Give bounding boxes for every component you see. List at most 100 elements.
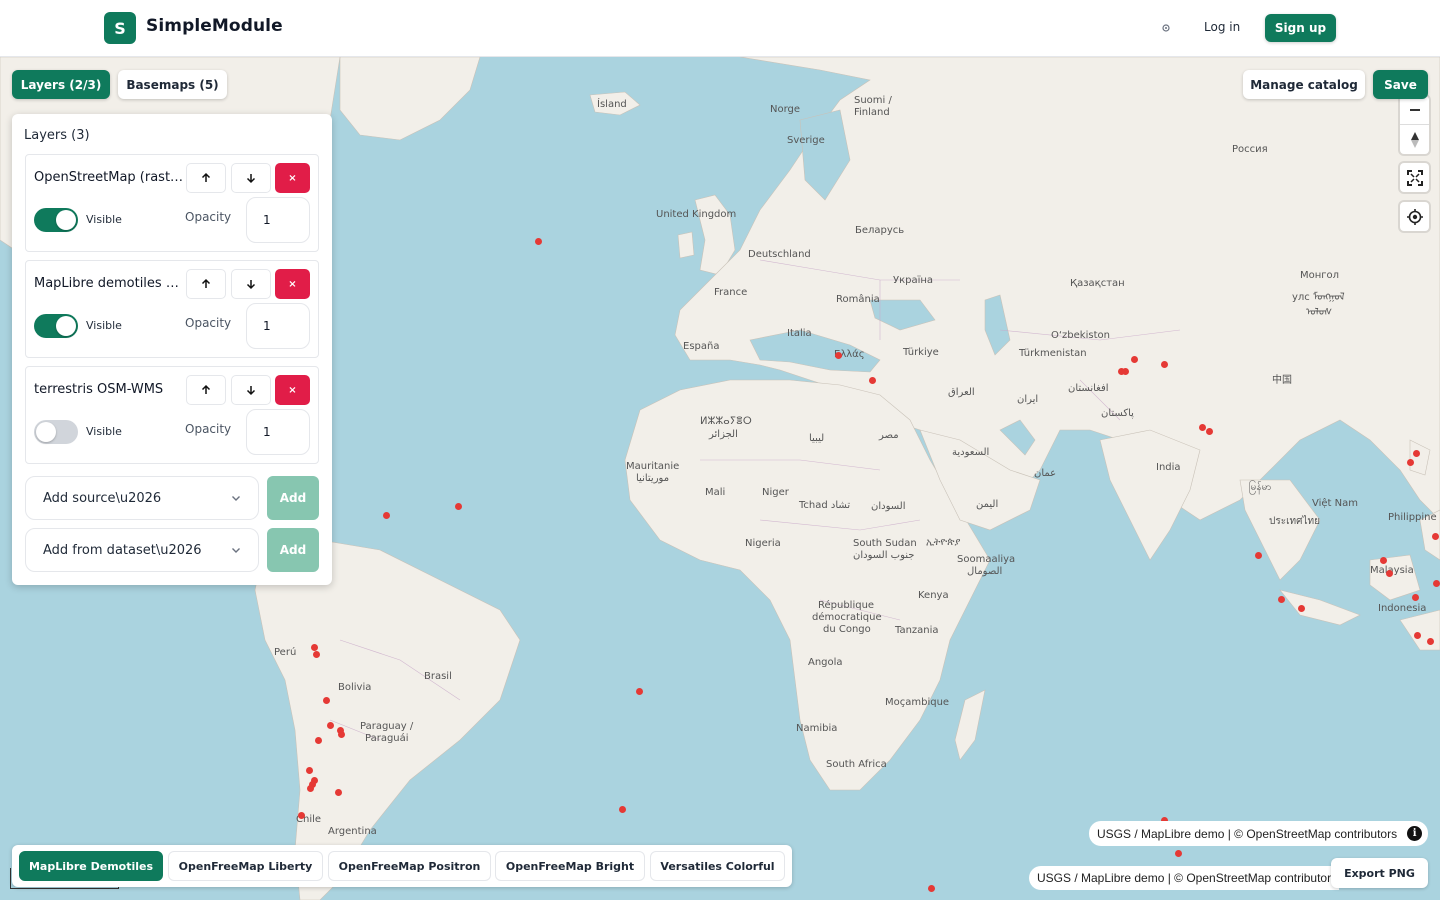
info-icon[interactable]: i [1407,826,1423,841]
map-marker[interactable] [1432,533,1439,540]
map-marker[interactable] [1380,557,1387,564]
map-marker[interactable] [1161,361,1168,368]
tab-basemaps[interactable]: Basemaps (5) [118,70,227,99]
zoom-out-button[interactable] [1400,96,1429,125]
tab-layers[interactable]: Layers (2/3) [12,70,110,99]
save-button[interactable]: Save [1373,70,1428,99]
visibility-toggle[interactable] [34,420,78,444]
opacity-input[interactable]: 1 [246,303,310,349]
map-label: Kenya [918,590,949,601]
map-marker[interactable] [619,806,626,813]
visibility-toggle[interactable] [34,208,78,232]
map-marker[interactable] [1122,368,1129,375]
map-marker[interactable] [313,651,320,658]
map-label: Brasil [424,671,452,682]
map-marker[interactable] [1412,594,1419,601]
visibility-toggle[interactable] [34,314,78,338]
map-marker[interactable] [455,503,462,510]
map-marker[interactable] [306,767,313,774]
map-marker[interactable] [298,812,305,819]
geolocate-button[interactable] [1400,202,1429,231]
attribution: USGS / MapLibre demo | © OpenStreetMap c… [1089,821,1429,846]
map-marker[interactable] [1298,605,1305,612]
add-dataset-select[interactable]: Add from dataset\u2026 [25,528,259,572]
map-marker[interactable] [1255,552,1262,559]
map-marker[interactable] [323,697,330,704]
remove-layer-button[interactable]: × [275,163,310,193]
map-marker[interactable] [1407,459,1414,466]
map-marker[interactable] [327,722,334,729]
map-label: Україна [893,275,934,286]
map-label: Mauritanie [626,461,680,472]
map-marker[interactable] [307,785,314,792]
move-up-button[interactable] [186,269,226,299]
basemap-bar: MapLibre Demotiles OpenFreeMap Liberty O… [12,845,792,887]
map-label: Norge [770,104,801,115]
map-marker[interactable] [1278,596,1285,603]
fullscreen-button[interactable] [1400,163,1429,192]
map-marker[interactable] [1427,638,1434,645]
map-label: South Sudan [853,538,917,549]
map-marker[interactable] [1131,356,1138,363]
basemap-maplibre-demotiles[interactable]: MapLibre Demotiles [19,851,163,881]
brand-name[interactable]: SimpleModule [146,16,283,36]
remove-layer-button[interactable]: × [275,269,310,299]
map-label: افغانستان [1068,383,1109,394]
map-label: موريتانيا [636,473,670,484]
map-marker[interactable] [311,644,318,651]
basemap-openfreemap-positron[interactable]: OpenFreeMap Positron [328,851,491,881]
map-marker[interactable] [835,352,842,359]
basemap-openfreemap-bright[interactable]: OpenFreeMap Bright [495,851,645,881]
move-up-button[interactable] [186,375,226,405]
map-marker[interactable] [636,688,643,695]
map-marker[interactable] [1199,424,1206,431]
map-label: République [818,600,875,611]
map-marker[interactable] [335,789,342,796]
map-marker[interactable] [1414,632,1421,639]
map-marker[interactable] [1386,570,1393,577]
basemap-openfreemap-liberty[interactable]: OpenFreeMap Liberty [168,851,323,881]
opacity-input[interactable]: 1 [246,197,310,243]
map-marker[interactable] [535,238,542,245]
opacity-label: Opacity [185,316,232,330]
map-label: O‘zbekiston [1051,330,1110,341]
map-label: Paraguay / [360,721,414,732]
map-marker[interactable] [869,377,876,384]
map-label: مصر [879,430,899,441]
basemap-versatiles-colorful[interactable]: Versatiles Colorful [650,851,785,881]
map-marker[interactable] [1175,850,1182,857]
add-source-button[interactable]: Add [267,476,319,520]
move-down-button[interactable] [231,163,271,193]
map-marker[interactable] [315,737,322,744]
arrow-up-icon [201,172,211,182]
manage-catalog-button[interactable]: Manage catalog [1243,70,1365,99]
map-marker[interactable] [338,731,345,738]
sun-icon[interactable] [1158,20,1174,36]
add-source-select[interactable]: Add source\u2026 [25,476,259,520]
export-png-button[interactable]: Export PNG [1331,858,1428,888]
map-label: ประเทศไทย [1269,516,1320,527]
move-up-button[interactable] [186,163,226,193]
signup-button[interactable]: Sign up [1265,14,1336,42]
compass-icon [1410,131,1419,148]
map-label: South Africa [826,759,887,770]
remove-layer-button[interactable]: × [275,375,310,405]
map-marker[interactable] [1433,580,1440,587]
logo-icon[interactable]: S [104,12,136,44]
map-label: Việt Nam [1312,498,1359,509]
login-link[interactable]: Log in [1196,18,1248,36]
map-label: Argentina [328,826,377,837]
move-down-button[interactable] [231,269,271,299]
map-label: ኢትዮጵያ [926,537,961,548]
opacity-input[interactable]: 1 [246,409,310,455]
toggle-knob [56,316,76,336]
map-marker[interactable] [1206,428,1213,435]
map-label: United Kingdom [656,209,737,220]
map-marker[interactable] [1413,450,1420,457]
add-dataset-button[interactable]: Add [267,528,319,572]
map-marker[interactable] [928,885,935,892]
map-label: Suomi / [854,95,892,106]
map-marker[interactable] [383,512,390,519]
move-down-button[interactable] [231,375,271,405]
compass-button[interactable] [1400,125,1429,154]
